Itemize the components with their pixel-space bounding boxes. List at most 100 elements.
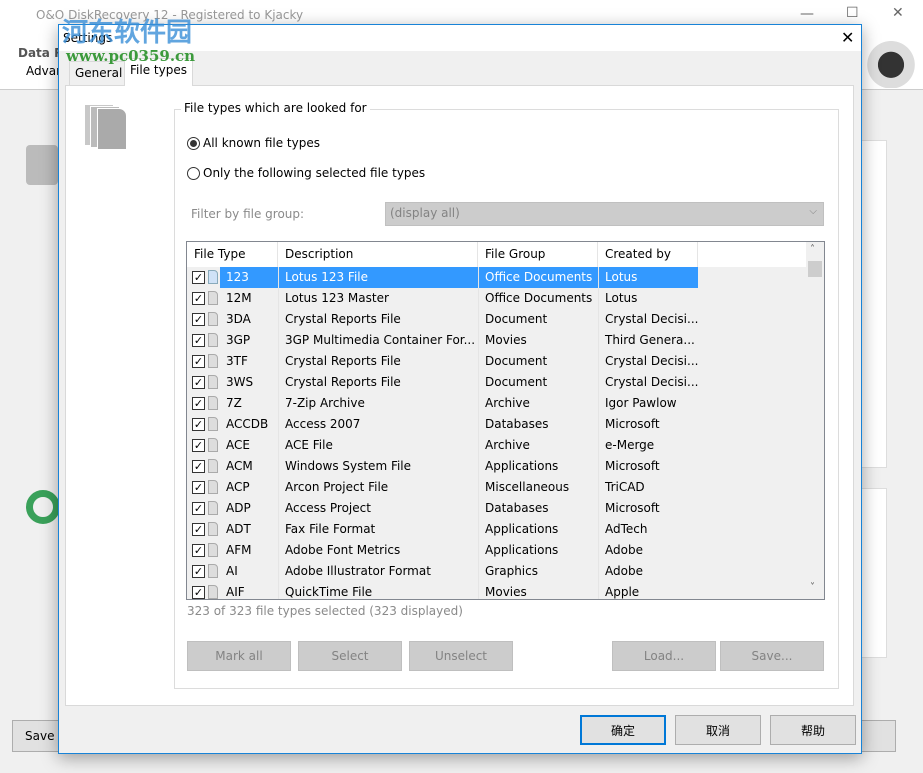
table-row[interactable]: ✓ 12M Lotus 123 Master Office Documents … [187, 288, 807, 309]
cell-created-by: Microsoft [598, 498, 698, 519]
selection-status: 323 of 323 file types selected (323 disp… [187, 604, 463, 618]
cell-file-group: Office Documents [478, 288, 598, 309]
table-row[interactable]: ✓ ACE ACE File Archive e-Merge [187, 435, 807, 456]
file-icon [208, 333, 218, 347]
table-row[interactable]: ✓ ACP Arcon Project File Miscellaneous T… [187, 477, 807, 498]
row-checkbox[interactable]: ✓ [192, 439, 205, 452]
row-checkbox[interactable]: ✓ [192, 376, 205, 389]
cell-file-type: 7Z [226, 396, 242, 410]
background-panel [862, 488, 887, 658]
row-checkbox[interactable]: ✓ [192, 481, 205, 494]
table-row[interactable]: ✓ AFM Adobe Font Metrics Applications Ad… [187, 540, 807, 561]
cell-file-type: 3TF [226, 354, 248, 368]
scroll-up-icon[interactable]: ˄ [810, 244, 815, 255]
cell-description: Access Project [278, 498, 478, 519]
cell-file-group: Movies [478, 582, 598, 599]
column-header-created-by[interactable]: Created by [598, 242, 698, 267]
cell-created-by: Adobe [598, 540, 698, 561]
row-checkbox[interactable]: ✓ [192, 565, 205, 578]
row-checkbox[interactable]: ✓ [192, 313, 205, 326]
file-types-list[interactable]: File Type Description File Group Created… [186, 241, 825, 600]
file-icon [208, 459, 218, 473]
column-header-file-group[interactable]: File Group [478, 242, 598, 267]
mark-all-button[interactable]: Mark all [187, 641, 291, 671]
file-icon [208, 585, 218, 599]
table-row[interactable]: ✓ AIF QuickTime File Movies Apple [187, 582, 807, 599]
cell-file-type: ACP [226, 480, 250, 494]
cell-file-type: ADP [226, 501, 251, 515]
table-row[interactable]: ✓ AI Adobe Illustrator Format Graphics A… [187, 561, 807, 582]
radio-only-selected[interactable]: Only the following selected file types [187, 166, 425, 180]
cell-description: Arcon Project File [278, 477, 478, 498]
file-icon [208, 438, 218, 452]
radio-button[interactable] [187, 136, 200, 150]
table-row[interactable]: ✓ 3DA Crystal Reports File Document Crys… [187, 309, 807, 330]
cell-file-type: 123 [220, 267, 278, 288]
watermark-text: 河东软件园 [62, 18, 193, 48]
minimize-icon[interactable]: — [800, 6, 814, 22]
table-row[interactable]: ✓ ADP Access Project Databases Microsoft [187, 498, 807, 519]
table-row[interactable]: ✓ ACCDB Access 2007 Databases Microsoft [187, 414, 807, 435]
radio-button[interactable] [187, 166, 200, 180]
row-checkbox[interactable]: ✓ [192, 523, 205, 536]
scroll-thumb[interactable] [808, 261, 822, 277]
unselect-button[interactable]: Unselect [409, 641, 513, 671]
cell-file-group: Applications [478, 540, 598, 561]
cell-created-by: Crystal Decisi... [598, 351, 698, 372]
maximize-icon[interactable]: ☐ [846, 5, 859, 21]
filter-dropdown[interactable]: (display all) ⌵ [385, 202, 824, 226]
select-button[interactable]: Select [298, 641, 402, 671]
table-row[interactable]: ✓ 3TF Crystal Reports File Document Crys… [187, 351, 807, 372]
cell-created-by: Microsoft [598, 414, 698, 435]
column-header-description[interactable]: Description [278, 242, 478, 267]
row-checkbox[interactable]: ✓ [192, 460, 205, 473]
cell-description: ACE File [278, 435, 478, 456]
row-checkbox[interactable]: ✓ [192, 292, 205, 305]
background-panel [862, 140, 887, 468]
load-button[interactable]: Load... [612, 641, 716, 671]
cell-file-group: Applications [478, 519, 598, 540]
table-row[interactable]: ✓ 123 Lotus 123 File Office Documents Lo… [187, 267, 807, 288]
cell-created-by: AdTech [598, 519, 698, 540]
row-checkbox[interactable]: ✓ [192, 502, 205, 515]
radio-all-known[interactable]: All known file types [187, 136, 320, 150]
table-row[interactable]: ✓ ADT Fax File Format Applications AdTec… [187, 519, 807, 540]
cell-created-by: Lotus [598, 267, 698, 288]
close-app-icon[interactable]: ✕ [892, 5, 904, 21]
cell-description: Fax File Format [278, 519, 478, 540]
cell-description: Lotus 123 Master [278, 288, 478, 309]
cell-description: Crystal Reports File [278, 372, 478, 393]
row-checkbox[interactable]: ✓ [192, 355, 205, 368]
table-row[interactable]: ✓ ACM Windows System File Applications M… [187, 456, 807, 477]
cell-file-group: Applications [478, 456, 598, 477]
cell-description: Windows System File [278, 456, 478, 477]
cell-file-group: Archive [478, 393, 598, 414]
cell-created-by: Lotus [598, 288, 698, 309]
vertical-scrollbar[interactable]: ˄ ˅ [806, 242, 824, 599]
file-icon [208, 417, 218, 431]
cell-description: 3GP Multimedia Container For... [278, 330, 478, 351]
table-row[interactable]: ✓ 3GP 3GP Multimedia Container For... Mo… [187, 330, 807, 351]
row-checkbox[interactable]: ✓ [192, 334, 205, 347]
cell-created-by: Igor Pawlow [598, 393, 698, 414]
cell-file-type: AIF [226, 585, 245, 599]
cell-file-type: AFM [226, 543, 252, 557]
ok-button[interactable]: 确定 [580, 715, 666, 745]
help-button[interactable]: 帮助 [770, 715, 856, 745]
table-row[interactable]: ✓ 3WS Crystal Reports File Document Crys… [187, 372, 807, 393]
close-icon[interactable]: ✕ [841, 28, 854, 47]
row-checkbox[interactable]: ✓ [192, 586, 205, 599]
row-checkbox[interactable]: ✓ [192, 397, 205, 410]
table-row[interactable]: ✓ 7Z 7-Zip Archive Archive Igor Pawlow [187, 393, 807, 414]
save-button[interactable]: Save... [720, 641, 824, 671]
background-button[interactable] [856, 720, 896, 752]
row-checkbox[interactable]: ✓ [192, 544, 205, 557]
row-checkbox[interactable]: ✓ [192, 418, 205, 431]
column-header-file-type[interactable]: File Type [187, 242, 278, 267]
gear-icon [26, 490, 60, 524]
row-checkbox[interactable]: ✓ [192, 271, 205, 284]
cancel-button[interactable]: 取消 [675, 715, 761, 745]
scroll-down-icon[interactable]: ˅ [810, 582, 815, 593]
cell-file-group: Databases [478, 498, 598, 519]
file-icon [208, 354, 218, 368]
